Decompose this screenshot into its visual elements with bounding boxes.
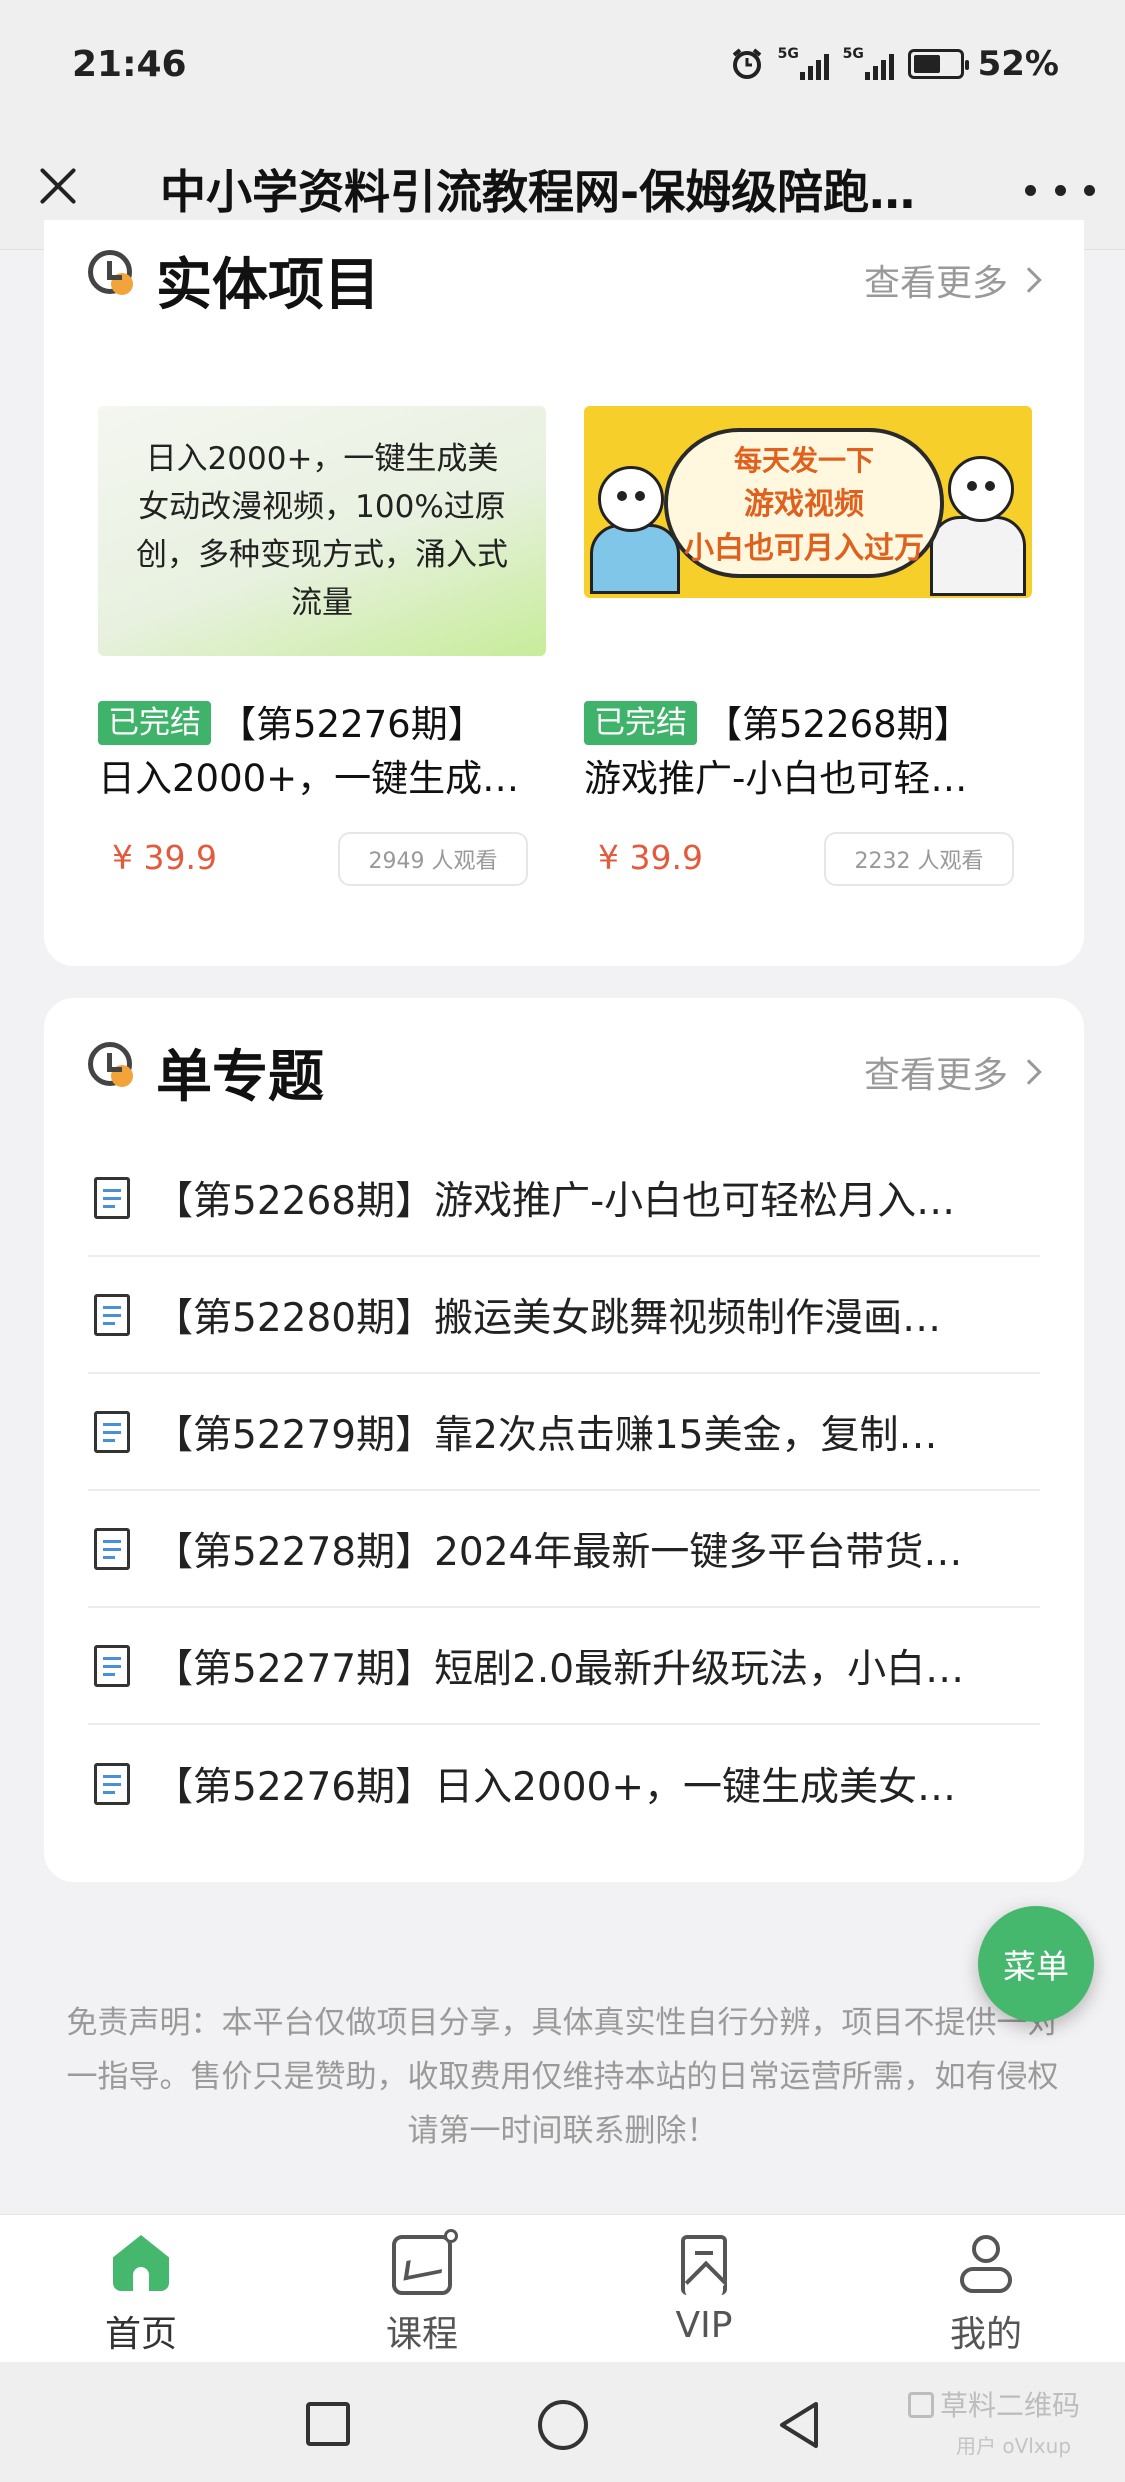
topic-list: 【第52268期】游戏推广-小白也可轻松月入… 【第52280期】搬运美女跳舞视…: [88, 1140, 1040, 1842]
more-icon[interactable]: [1025, 170, 1095, 210]
product-thumbnail[interactable]: 日入2000+，一键生成美女动改漫视频，100%过原创，多种变现方式，涌入式流量: [98, 406, 546, 656]
product-title[interactable]: 已完结 【第52276期】 日入2000+，一键生成…: [98, 698, 546, 806]
document-icon: [94, 1176, 130, 1219]
page-title: 中小学资料引流教程网-保姆级陪跑…: [160, 165, 916, 219]
disclaimer-text: 免责声明：本平台仅做项目分享，具体真实性自行分辨，项目不提供一对一指导。售价只是…: [66, 2005, 1059, 2149]
document-icon: [94, 1644, 130, 1687]
document-icon: [94, 1293, 130, 1336]
list-item[interactable]: 【第52279期】靠2次点击赚15美金，复制…: [88, 1374, 1040, 1491]
list-item[interactable]: 【第52268期】游戏推广-小白也可轻松月入…: [88, 1140, 1040, 1257]
product-card[interactable]: 日入2000+，一键生成美女动改漫视频，100%过原创，多种变现方式，涌入式流量…: [98, 406, 546, 888]
section-header: 实体项目 查看更多: [88, 220, 1042, 320]
tab-course[interactable]: 课程: [342, 2229, 502, 2357]
list-item-title: 【第52279期】靠2次点击赚15美金，复制…: [154, 1412, 938, 1458]
close-icon[interactable]: [30, 158, 86, 214]
watermark-text: 草料二维码: [940, 2389, 1081, 2422]
status-badge: 已完结: [98, 701, 211, 745]
list-item[interactable]: 【第52278期】2024年最新一键多平台带货…: [88, 1491, 1040, 1608]
user-icon: [956, 2235, 1016, 2295]
home-icon: [111, 2235, 171, 2295]
see-more-label: 查看更多: [863, 1055, 1008, 1096]
product-title-line1: 【第52268期】: [705, 703, 971, 746]
tab-vip[interactable]: VIP: [624, 2235, 784, 2346]
list-item-title: 【第52268期】游戏推广-小白也可轻松月入…: [154, 1178, 956, 1224]
list-item-title: 【第52278期】2024年最新一键多平台带货…: [154, 1529, 963, 1575]
status-bar: 21:46 5G 5G 52%: [0, 0, 1125, 130]
thumbnail-line3: 小白也可月入过万: [684, 531, 924, 566]
cartoon-figure: [930, 516, 1026, 596]
section-title: 实体项目: [156, 253, 380, 318]
thumbnail-text: 日入2000+，一键生成美女动改漫视频，100%过原创，多种变现方式，涌入式流量: [136, 441, 508, 621]
tab-label: 课程: [385, 2314, 458, 2355]
home-circle-icon[interactable]: [538, 2400, 588, 2450]
product-footer: ¥ 39.9 2232 人观看: [584, 832, 1032, 888]
list-item[interactable]: 【第52276期】日入2000+，一键生成美女…: [88, 1725, 1040, 1842]
signal-icon: 5G: [842, 46, 894, 80]
list-item-title: 【第52280期】搬运美女跳舞视频制作漫画…: [154, 1295, 942, 1341]
watermark: 草料二维码: [908, 2384, 1080, 2424]
section-projects: 实体项目 查看更多 日入2000+，一键生成美女动改漫视频，100%过原创，多种…: [44, 220, 1084, 966]
chevron-right-icon: [1016, 267, 1042, 293]
viewer-count: 2232 人观看: [824, 832, 1014, 886]
qr-code-icon: [908, 2392, 934, 2418]
see-more-label: 查看更多: [863, 263, 1008, 304]
tab-label: 首页: [104, 2314, 177, 2355]
recents-icon[interactable]: [306, 2402, 350, 2446]
see-more-link[interactable]: 查看更多: [863, 1046, 1042, 1098]
clock-icon: [88, 1042, 133, 1087]
section-title: 单专题: [156, 1045, 324, 1110]
document-icon: [94, 1410, 130, 1453]
network-label: 5G: [777, 46, 799, 62]
product-title-line1: 【第52276期】: [219, 703, 485, 746]
bookmark-icon: [681, 2235, 727, 2295]
product-card[interactable]: 每天发一下 游戏视频 小白也可月入过万 已完结 【第52268期】 游戏推广-小白…: [584, 406, 1032, 888]
product-thumbnail[interactable]: 每天发一下 游戏视频 小白也可月入过万: [584, 406, 1032, 598]
status-icons: 5G 5G 52%: [730, 44, 1059, 84]
battery-percent: 52%: [977, 44, 1059, 84]
status-badge: 已完结: [584, 701, 697, 745]
product-title-line2: 游戏推广-小白也可轻…: [584, 757, 968, 800]
section-topics: 单专题 查看更多 【第52268期】游戏推广-小白也可轻松月入… 【第52280…: [44, 998, 1084, 1882]
chevron-right-icon: [1016, 1059, 1042, 1085]
document-icon: [94, 1527, 130, 1570]
menu-button[interactable]: 菜单: [978, 1906, 1094, 2022]
network-label: 5G: [842, 46, 864, 62]
cartoon-figure: [590, 524, 680, 594]
list-item[interactable]: 【第52277期】短剧2.0最新升级玩法，小白…: [88, 1608, 1040, 1725]
product-footer: ¥ 39.9 2949 人观看: [98, 832, 546, 888]
bottom-tab-bar: 首页 课程 VIP 我的: [0, 2214, 1125, 2362]
tab-label: 我的: [949, 2314, 1022, 2355]
cartoon-face: [948, 456, 1014, 522]
list-item-title: 【第52276期】日入2000+，一键生成美女…: [154, 1764, 956, 1810]
tab-mine[interactable]: 我的: [906, 2235, 1066, 2357]
thumbnail-banner: 每天发一下 游戏视频 小白也可月入过万: [664, 428, 944, 578]
product-title-line2: 日入2000+，一键生成…: [98, 757, 520, 800]
watermark-sub: 用户 oVlxup: [956, 2434, 1072, 2458]
thumbnail-line1: 每天发一下: [733, 444, 874, 477]
clock-icon: [88, 250, 133, 295]
thumbnail-line2: 游戏视频: [744, 487, 864, 522]
cartoon-face: [598, 466, 664, 532]
list-item[interactable]: 【第52280期】搬运美女跳舞视频制作漫画…: [88, 1257, 1040, 1374]
system-nav-bar: 草料二维码 用户 oVlxup: [0, 2362, 1125, 2482]
back-icon[interactable]: [776, 2400, 820, 2450]
product-price: ¥ 39.9: [598, 838, 703, 877]
product-price: ¥ 39.9: [112, 838, 217, 877]
section-header: 单专题 查看更多: [88, 1012, 1042, 1112]
battery-charging-icon: [907, 49, 969, 79]
document-icon: [94, 1762, 130, 1805]
tab-label: VIP: [675, 2305, 733, 2346]
course-icon: [392, 2229, 458, 2295]
product-title[interactable]: 已完结 【第52268期】 游戏推广-小白也可轻…: [584, 698, 1032, 806]
status-time: 21:46: [72, 44, 187, 85]
alarm-icon: [732, 48, 761, 79]
list-item-title: 【第52277期】短剧2.0最新升级玩法，小白…: [154, 1646, 965, 1692]
signal-icon: 5G: [777, 46, 829, 80]
viewer-count: 2949 人观看: [338, 832, 528, 886]
tab-home[interactable]: 首页: [61, 2235, 221, 2357]
see-more-link[interactable]: 查看更多: [863, 254, 1042, 306]
